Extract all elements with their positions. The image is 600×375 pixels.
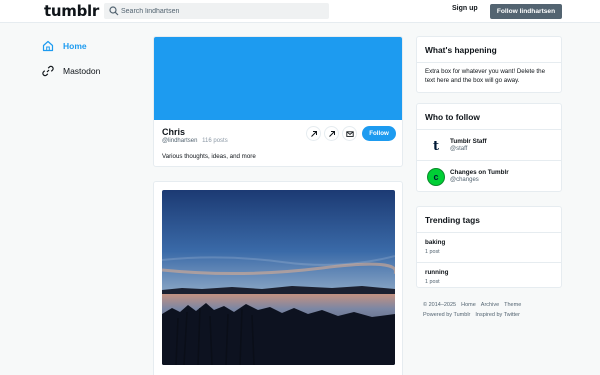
footer-link-inspired-by[interactable]: Inspired by Twitter [475,312,520,318]
search-icon [109,6,119,16]
follow-blog-button[interactable]: Follow lindhartsen [490,4,562,19]
profile-bio: Various thoughts, ideas, and more [162,153,256,160]
share-button[interactable] [324,126,339,141]
card-title: Who to follow [417,104,561,130]
message-button[interactable] [342,126,357,141]
tumblr-logo[interactable]: tumblr [44,2,99,20]
top-bar: tumblr Sign up Follow lindhartsen [0,0,600,23]
trending-tags-card: Trending tags baking 1 post running 1 po… [416,206,562,288]
post-card [153,181,403,375]
tag-name: running [425,269,449,276]
copyright: © 2014–2025 [423,302,457,308]
follow-suggestion[interactable]: c Changes on Tumblr @changes [417,161,561,191]
card-title: Trending tags [417,207,561,233]
card-text: Extra box for whatever you want! Delete … [425,68,546,84]
nav-item-mastodon[interactable]: Mastodon [42,65,100,77]
suggestion-name: Changes on Tumblr [450,169,509,176]
post-photo[interactable] [162,190,395,365]
card-title: What's happening [417,37,561,63]
footer-link-archive[interactable]: Archive [481,302,499,308]
follow-button[interactable]: Follow [362,126,396,141]
profile-card: Chris @lindhartsen 116 posts Various tho… [153,36,403,167]
profile-banner [154,37,402,120]
sidebar-footer: © 2014–2025 Home Archive Theme Powered by T… [423,300,563,320]
mail-icon [345,130,354,137]
avatar: t [427,137,445,155]
avatar: c [427,168,445,186]
external-link-button[interactable] [306,126,321,141]
profile-handle-line: @lindhartsen 116 posts [162,138,228,144]
follow-suggestion[interactable]: t Tumblr Staff @staff [417,130,561,161]
home-icon [42,40,54,52]
suggestion-handle: @staff [450,146,468,152]
tag-count: 1 post [425,249,440,255]
sunset-lake-image [162,190,395,365]
whats-happening-card: What's happening Extra box for whatever … [416,36,562,93]
arrow-up-right-icon [310,130,317,137]
footer-link-home[interactable]: Home [461,302,476,308]
tag-name: baking [425,239,446,246]
tag-count: 1 post [425,279,440,285]
who-to-follow-card: Who to follow t Tumblr Staff @staff c Ch… [416,103,562,192]
sign-up-link[interactable]: Sign up [452,5,478,12]
trending-tag[interactable]: running 1 post [417,263,561,287]
arrow-up-right-icon [328,130,335,137]
footer-link-theme[interactable]: Theme [504,302,521,308]
search-input[interactable] [121,3,321,19]
profile-name: Chris [162,127,186,137]
nav-item-home[interactable]: Home [42,40,87,52]
post-count: 116 posts [202,138,228,144]
suggestion-handle: @changes [450,177,479,183]
search-box[interactable] [104,3,329,19]
trending-tag[interactable]: baking 1 post [417,233,561,263]
nav-item-label: Home [63,41,87,51]
link-icon [42,65,54,77]
profile-handle: @lindhartsen [162,138,198,144]
footer-link-powered-by[interactable]: Powered by Tumblr [423,312,470,318]
suggestion-name: Tumblr Staff [450,138,487,145]
nav-item-label: Mastodon [63,66,101,76]
